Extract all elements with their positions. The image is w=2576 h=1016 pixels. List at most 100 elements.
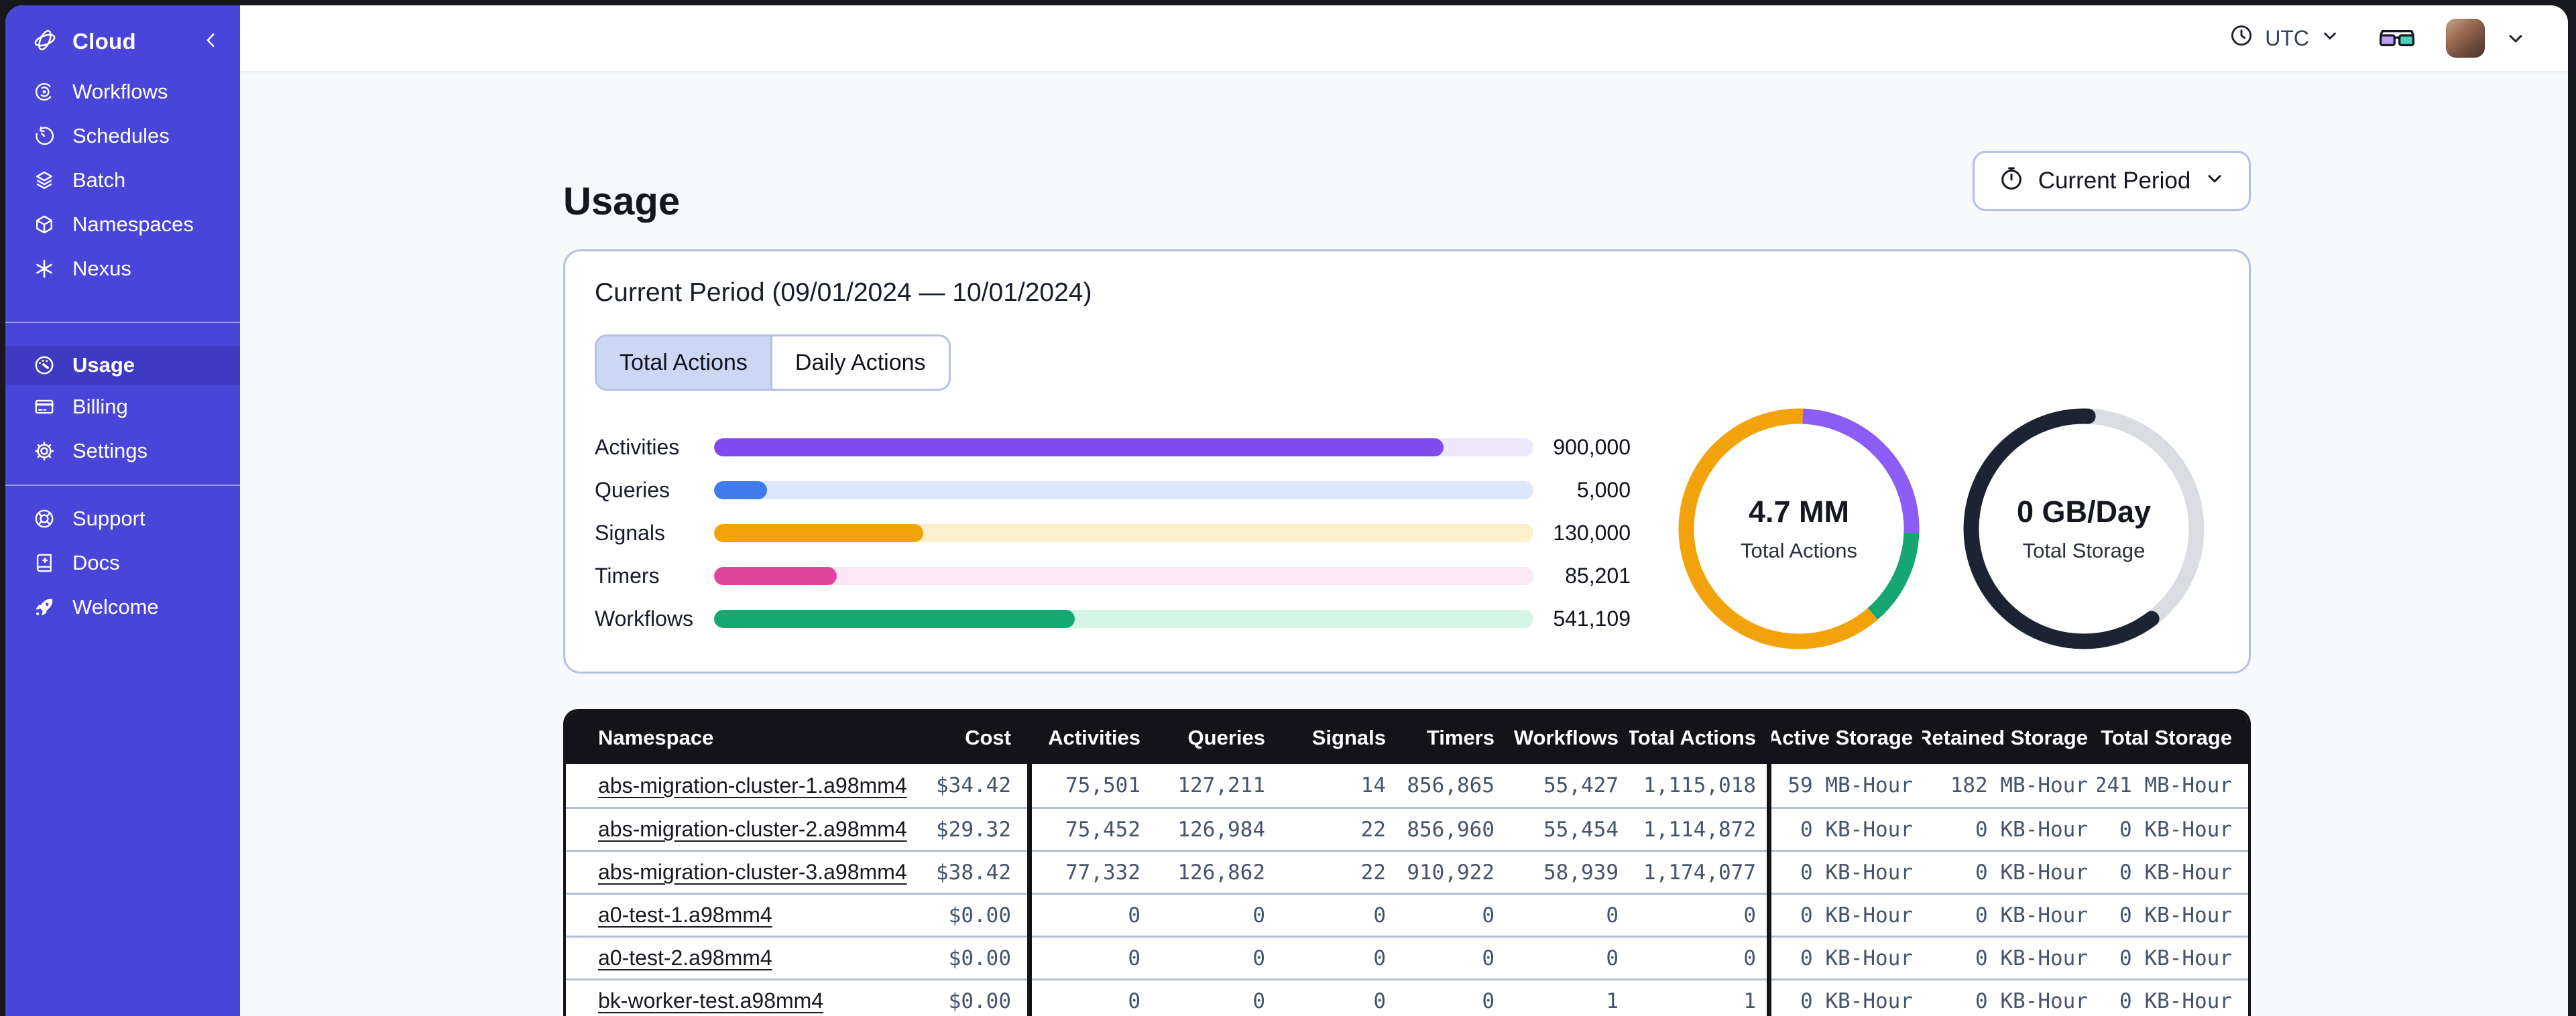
sidebar-item-namespaces[interactable]: Namespaces — [5, 202, 240, 247]
table-header-row: Namespace Cost Activities Queries Signals Tim… — [566, 712, 2248, 764]
active-storage-value: 0 KB-Hour — [1800, 903, 1913, 928]
namespace-link[interactable]: bk-worker-test.a98mm4 — [598, 989, 823, 1013]
header-total-storage: Total Storage — [2101, 726, 2232, 749]
timers-cell: 0 — [1397, 978, 1505, 1016]
active-storage-value: 0 KB-Hour — [1800, 817, 1913, 842]
total-actions-value: 0 — [1743, 946, 1756, 970]
total-storage-value: 0 KB-Hour — [2119, 860, 2232, 885]
sidebar-item-batch[interactable]: Batch — [5, 158, 240, 202]
queries-cell: 127,211 — [1151, 764, 1276, 807]
sidebar-divider — [5, 485, 240, 486]
retained-storage-value: 0 KB-Hour — [1975, 860, 2088, 885]
chevron-down-icon — [2204, 168, 2225, 195]
namespace-link[interactable]: a0-test-2.a98mm4 — [598, 946, 772, 970]
cost-cell: $0.00 — [928, 978, 1027, 1016]
sidebar-item-label: Support — [72, 507, 145, 530]
workflows-value: 58,939 — [1543, 860, 1619, 885]
queries-value: 0 — [1252, 946, 1265, 970]
bar-fill — [714, 438, 1444, 456]
tab-total-actions[interactable]: Total Actions — [597, 336, 770, 389]
card-title: Current Period (09/01/2024 — 10/01/2024) — [595, 278, 1092, 307]
sidebar: Cloud Workflows Schedules Batch Namespac… — [5, 5, 240, 1016]
sidebar-item-billing[interactable]: Billing — [5, 385, 240, 429]
signals-cell: 0 — [1276, 893, 1397, 936]
active-storage-value: 0 KB-Hour — [1800, 989, 1913, 1013]
activities-cell: 0 — [1032, 978, 1151, 1016]
total-actions-cell: 1 — [1629, 978, 1767, 1016]
sidebar-item-welcome[interactable]: Welcome — [5, 585, 240, 629]
sidebar-item-docs[interactable]: Docs — [5, 541, 240, 585]
timers-cell: 0 — [1397, 936, 1505, 978]
sidebar-item-workflows[interactable]: Workflows — [5, 70, 240, 114]
current-period-card: Current Period (09/01/2024 — 10/01/2024)… — [563, 249, 2251, 674]
queries-value: 0 — [1252, 903, 1265, 928]
timers-value: 0 — [1482, 946, 1495, 970]
total-storage-value: 0 KB-Hour — [2119, 903, 2232, 928]
queries-value: 126,984 — [1177, 817, 1265, 842]
account-menu-chevron-icon[interactable] — [2505, 27, 2526, 49]
namespace-link[interactable]: a0-test-1.a98mm4 — [598, 903, 772, 928]
activities-cell: 75,452 — [1032, 807, 1151, 850]
cost-value: $0.00 — [948, 989, 1011, 1013]
sidebar-nav-footer: Support Docs Welcome — [5, 497, 240, 629]
sidebar-item-usage[interactable]: Usage — [5, 346, 240, 385]
gauge-icon — [32, 353, 56, 377]
batch-icon — [32, 168, 56, 192]
sidebar-item-label: Billing — [72, 395, 128, 418]
bar-label: Activities — [595, 434, 680, 459]
retained-storage-value: 182 MB-Hour — [1950, 773, 2088, 798]
sidebar-item-support[interactable]: Support — [5, 497, 240, 541]
active-storage-value: 0 KB-Hour — [1800, 860, 1913, 885]
app-window: Cloud Workflows Schedules Batch Namespac… — [5, 5, 2568, 1016]
header-activities: Activities — [1048, 726, 1140, 749]
header-timers: Timers — [1426, 726, 1495, 749]
sidebar-nav-primary: Workflows Schedules Batch Namespaces Nex… — [5, 70, 240, 291]
total-storage-value: 241 MB-Hour — [2097, 773, 2232, 798]
sidebar-item-schedules[interactable]: Schedules — [5, 114, 240, 158]
labs-glasses-icon[interactable] — [2378, 23, 2416, 53]
column-divider — [1767, 807, 1771, 850]
activities-value: 0 — [1128, 946, 1140, 970]
tab-daily-actions[interactable]: Daily Actions — [770, 336, 949, 389]
sidebar-product-name: Cloud — [72, 29, 136, 54]
column-divider — [1027, 807, 1032, 850]
user-avatar[interactable] — [2446, 19, 2485, 58]
workflows-cell: 0 — [1505, 936, 1629, 978]
bar-fill — [714, 609, 1075, 628]
sidebar-item-nexus[interactable]: Nexus — [5, 247, 240, 291]
total-storage-value: 0 KB-Hour — [2119, 946, 2232, 970]
column-divider — [1767, 936, 1771, 978]
namespace-link[interactable]: abs-migration-cluster-3.a98mm4 — [598, 860, 907, 885]
bar-fill — [714, 566, 837, 585]
sidebar-item-label: Usage — [72, 353, 135, 377]
period-selector-button[interactable]: Current Period — [1973, 151, 2251, 211]
bar-label: Signals — [595, 520, 665, 545]
sidebar-collapse-icon[interactable] — [201, 30, 221, 54]
namespace-link[interactable]: abs-migration-cluster-2.a98mm4 — [598, 817, 907, 842]
total-actions-cell: 1,114,872 — [1629, 807, 1767, 850]
workflows-cell: 55,427 — [1505, 764, 1629, 807]
bar-label: Queries — [595, 477, 670, 502]
queries-cell: 0 — [1151, 893, 1276, 936]
total-actions-cell: 1,174,077 — [1629, 850, 1767, 893]
timezone-selector[interactable]: UTC — [2229, 23, 2340, 54]
namespace-link[interactable]: abs-migration-cluster-1.a98mm4 — [598, 773, 907, 798]
total-storage-cell: 0 KB-Hour — [2097, 893, 2248, 936]
queries-value: 126,862 — [1177, 860, 1265, 885]
sidebar-divider — [5, 322, 240, 323]
namespace-cell: a0-test-1.a98mm4 — [566, 893, 928, 936]
activities-cell: 75,501 — [1032, 764, 1151, 807]
active-storage-cell: 0 KB-Hour — [1771, 893, 1922, 936]
rocket-icon — [32, 595, 56, 619]
column-divider — [1767, 978, 1771, 1016]
sidebar-item-label: Docs — [72, 551, 120, 574]
column-divider — [1767, 712, 1771, 764]
table-row: bk-worker-test.a98mm4 $0.00 0 0 0 0 1 1 0 KB-Hou… — [566, 978, 2248, 1016]
timers-value: 856,960 — [1407, 817, 1495, 842]
content-area: UTC Usage Current Period Current Period … — [240, 5, 2568, 1016]
sidebar-item-settings[interactable]: Settings — [5, 429, 240, 473]
bar-fill — [714, 523, 923, 542]
cost-cell: $0.00 — [928, 893, 1027, 936]
total-storage-cell: 0 KB-Hour — [2097, 807, 2248, 850]
workflows-value: 55,454 — [1543, 817, 1619, 842]
